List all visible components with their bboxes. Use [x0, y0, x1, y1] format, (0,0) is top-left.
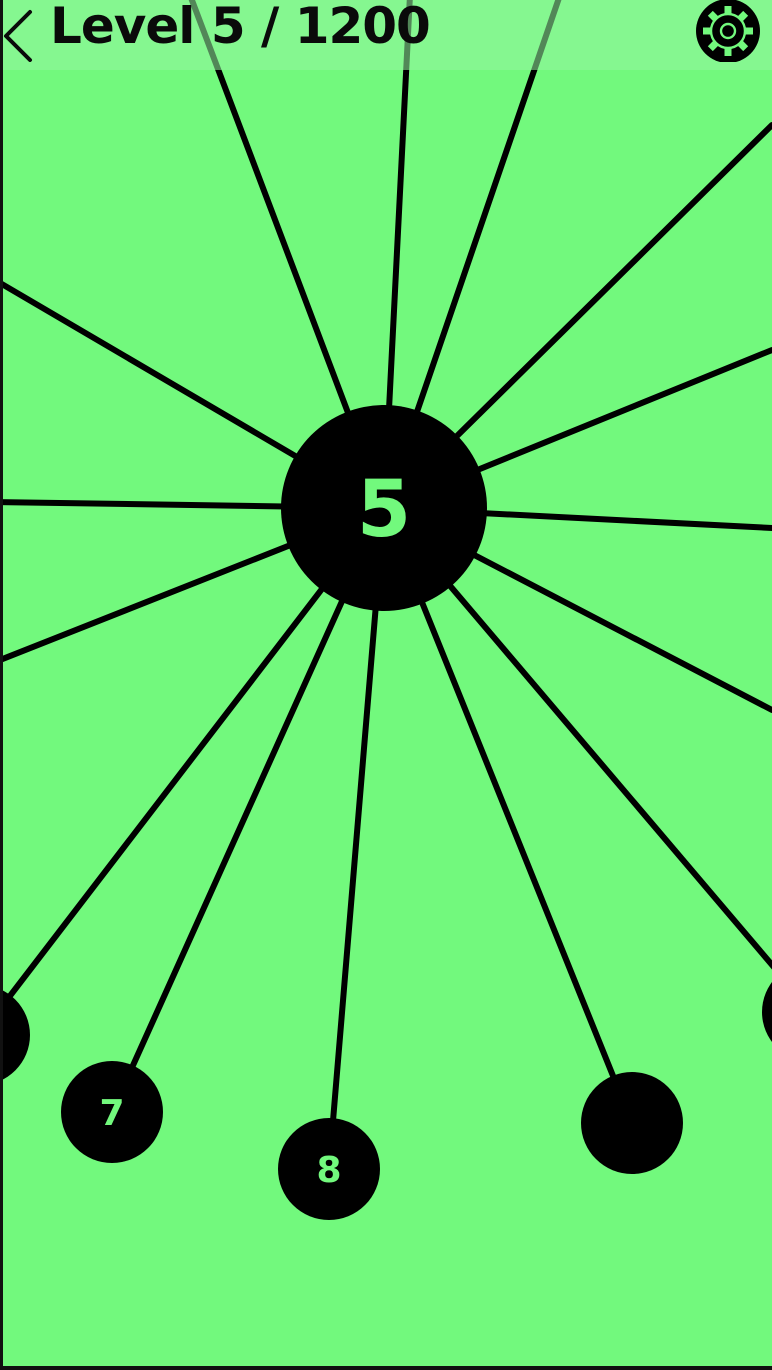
back-button[interactable]	[0, 6, 40, 62]
screen-edge-bottom	[0, 1366, 772, 1370]
ball-number: 7	[99, 1093, 124, 1134]
ball-number: 8	[316, 1150, 341, 1191]
pinned-ball	[762, 982, 772, 1042]
top-bar: Level 5 / 1200	[0, 0, 772, 70]
chevron-left-icon	[4, 10, 32, 62]
game-board[interactable]: 78 5	[0, 0, 772, 1370]
pinned-balls: 78	[0, 982, 772, 1220]
pinned-ball	[581, 1072, 683, 1174]
screen-edge-left	[0, 0, 3, 1370]
settings-button[interactable]	[694, 0, 762, 62]
pinned-ball	[0, 989, 30, 1081]
center-circle[interactable]: 5	[281, 405, 487, 611]
level-title: Level 5 / 1200	[50, 0, 431, 55]
game-screen[interactable]: 78 5 Level 5 / 1200	[0, 0, 772, 1370]
gear-icon	[696, 0, 760, 62]
remaining-pins-counter: 5	[357, 465, 411, 555]
